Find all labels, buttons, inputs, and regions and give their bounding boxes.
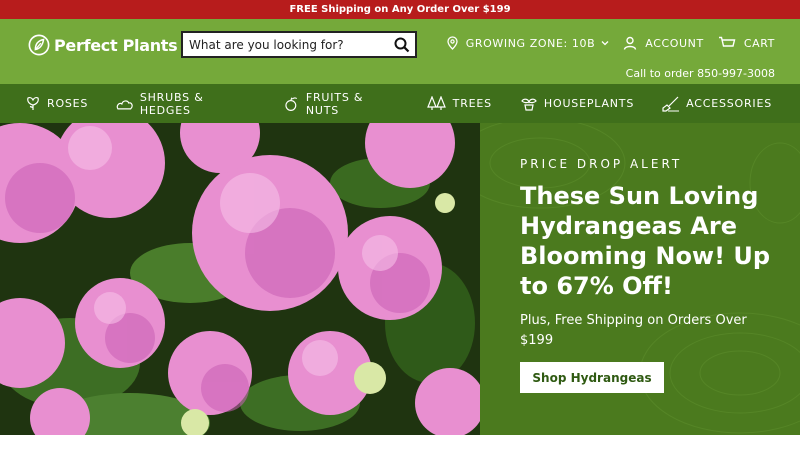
hero-subtitle: Plus, Free Shipping on Orders Over $199: [520, 313, 747, 348]
cart-icon: [718, 36, 736, 47]
user-icon: [624, 36, 637, 50]
houseplant-icon: [521, 98, 537, 111]
fruit-icon: [285, 96, 298, 111]
brand-logo[interactable]: Perfect Plants: [28, 33, 178, 57]
growing-zone-label: GROWING ZONE: 10B: [465, 36, 596, 50]
hydrangea-illustration: [0, 123, 480, 435]
hero-title: These Sun Loving Hydrangeas Are Blooming…: [520, 182, 771, 300]
leaf-logo-icon: [28, 34, 50, 56]
header-links: GROWING ZONE: 10B ACCOUNT CART: [433, 36, 775, 50]
shrub-icon: [116, 99, 133, 109]
search-button[interactable]: [389, 33, 415, 56]
account-label: ACCOUNT: [645, 36, 704, 50]
nav-label-shrubs-hedges: SHRUBS & HEDGES: [139, 90, 204, 117]
nav-label-houseplants: HOUSEPLANTS: [543, 97, 635, 110]
nav-item-roses[interactable]: ROSES: [25, 96, 88, 111]
chevron-down-icon: [601, 41, 609, 46]
call-to-order[interactable]: Call to order 850-997-3008: [626, 67, 775, 80]
nav-item-accessories[interactable]: ACCESSORIES: [662, 96, 772, 112]
nav-item-trees[interactable]: TREES: [426, 96, 492, 111]
account-link[interactable]: ACCOUNT: [623, 36, 704, 50]
cart-label: CART: [743, 36, 775, 50]
nav-label-accessories: ACCESSORIES: [686, 97, 772, 110]
nav-label-fruits-nuts: FRUITS & NUTS: [305, 90, 364, 117]
search-box: [181, 31, 417, 58]
nav-label-roses: ROSES: [47, 97, 89, 110]
growing-zone-selector[interactable]: GROWING ZONE: 10B: [447, 36, 610, 50]
trees-icon: [426, 96, 446, 110]
cart-link[interactable]: CART: [718, 36, 775, 50]
nav-item-shrubs-hedges[interactable]: SHRUBS & HEDGES: [116, 91, 256, 117]
hydrangea-image[interactable]: [0, 123, 480, 435]
location-pin-icon: [447, 36, 458, 50]
search-icon: [394, 37, 410, 52]
promo-panel: PRICE DROP ALERT These Sun Loving Hydran…: [480, 123, 800, 435]
announcement-bar[interactable]: FREE Shipping on Any Order Over $199: [0, 0, 800, 19]
brand-name: Perfect Plants: [54, 35, 178, 55]
main-nav: ROSES SHRUBS & HEDGES FRUITS & NUTS TREE…: [0, 84, 800, 123]
nav-label-trees: TREES: [452, 97, 492, 110]
search-input[interactable]: [183, 33, 389, 56]
nav-item-houseplants[interactable]: HOUSEPLANTS: [520, 97, 634, 111]
shop-hydrangeas-button[interactable]: Shop Hydrangeas: [520, 362, 664, 393]
hero-banner: PRICE DROP ALERT These Sun Loving Hydran…: [0, 123, 800, 435]
shovel-icon: [662, 96, 680, 112]
nav-item-fruits-nuts[interactable]: FRUITS & NUTS: [284, 91, 398, 117]
rose-icon: [27, 97, 39, 110]
site-header: Perfect Plants GROWING ZONE: 10B: [0, 19, 800, 84]
hero-eyebrow: PRICE DROP ALERT: [520, 157, 683, 171]
